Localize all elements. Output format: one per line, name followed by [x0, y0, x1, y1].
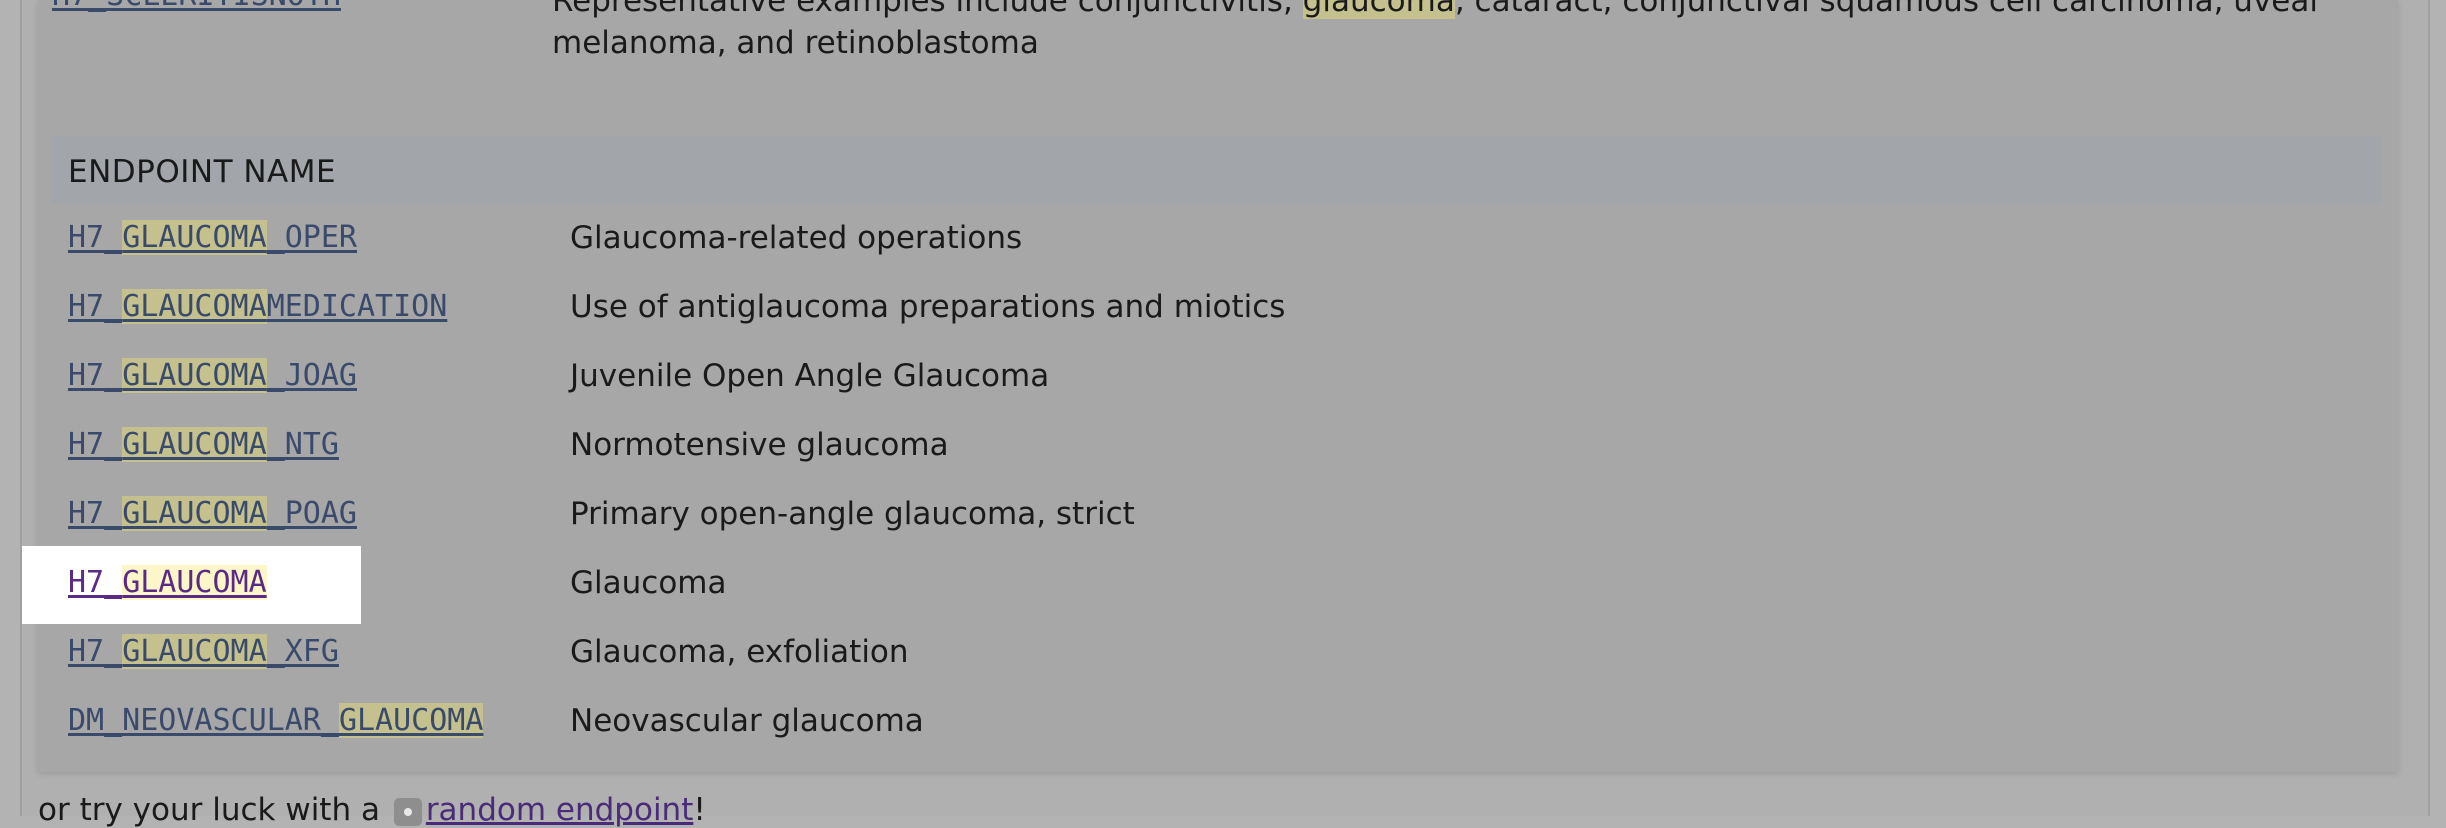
search-highlight: GLAUCOMA	[122, 358, 267, 393]
footer-suffix: !	[693, 792, 706, 828]
dice-icon	[393, 797, 422, 826]
endpoint-description: Primary open-angle glaucoma, strict	[570, 496, 1135, 532]
endpoint-description: Juvenile Open Angle Glaucoma	[570, 358, 1050, 394]
endpoint-description: Neovascular glaucoma	[570, 703, 924, 739]
table-header: ENDPOINT NAME	[52, 136, 2382, 204]
endpoint-description: Glaucoma, exfoliation	[570, 634, 909, 670]
column-header-endpoint-name: ENDPOINT NAME	[68, 154, 337, 190]
results-panel: H7_SCLERITISNOTH Representative examples…	[22, 0, 2398, 772]
results-list: H7_GLAUCOMA_OPER Glaucoma-related operat…	[52, 206, 2382, 758]
endpoint-link[interactable]: H7_GLAUCOMA_POAG	[68, 496, 357, 531]
endpoint-description: Representative examples include conjunct…	[552, 0, 2392, 64]
endpoint-link[interactable]: DM_NEOVASCULAR_GLAUCOMA	[68, 703, 484, 738]
search-highlight: GLAUCOMA	[122, 289, 267, 324]
table-row-focused: H7_GLAUCOMA Glaucoma	[52, 551, 2382, 620]
table-row: H7_SCLERITISNOTH Representative examples…	[52, 0, 2392, 70]
footer-text: or try your luck with a	[38, 792, 390, 828]
table-row: H7_GLAUCOMA_NTG Normotensive glaucoma	[52, 413, 2382, 482]
endpoint-link[interactable]: H7_GLAUCOMA_XFG	[68, 634, 339, 669]
random-endpoint-prompt: or try your luck with a random endpoint!	[38, 792, 706, 828]
search-highlight: GLAUCOMA	[338, 703, 484, 738]
endpoint-link[interactable]: H7_GLAUCOMA_OPER	[68, 220, 357, 255]
table-row: H7_GLAUCOMA_JOAG Juvenile Open Angle Gla…	[52, 344, 2382, 413]
search-highlight: GLAUCOMA	[122, 565, 267, 600]
random-endpoint-link[interactable]: random endpoint	[426, 792, 694, 828]
endpoint-description: Use of antiglaucoma preparations and mio…	[570, 289, 1286, 325]
table-row: DM_NEOVASCULAR_GLAUCOMA Neovascular glau…	[52, 689, 2382, 758]
table-row: H7_GLAUCOMA_POAG Primary open-angle glau…	[52, 482, 2382, 551]
search-highlight: glaucoma	[1302, 0, 1455, 19]
search-highlight: GLAUCOMA	[122, 427, 267, 462]
table-row: H7_GLAUCOMAMEDICATION Use of antiglaucom…	[52, 275, 2382, 344]
endpoint-description: Glaucoma-related operations	[570, 220, 1023, 256]
search-highlight: GLAUCOMA	[122, 634, 267, 669]
search-highlight: GLAUCOMA	[122, 220, 267, 255]
endpoint-link[interactable]: H7_GLAUCOMA_NTG	[68, 427, 339, 462]
endpoint-description: Normotensive glaucoma	[570, 427, 949, 463]
endpoint-link[interactable]: H7_GLAUCOMA	[68, 565, 267, 600]
endpoint-link[interactable]: H7_SCLERITISNOTH	[52, 0, 341, 13]
endpoint-link[interactable]: H7_GLAUCOMAMEDICATION	[68, 289, 447, 324]
endpoint-link[interactable]: H7_GLAUCOMA_JOAG	[68, 358, 357, 393]
table-row: H7_GLAUCOMA_XFG Glaucoma, exfoliation	[52, 620, 2382, 689]
table-row: H7_GLAUCOMA_OPER Glaucoma-related operat…	[52, 206, 2382, 275]
endpoint-description: Glaucoma	[570, 565, 727, 601]
search-highlight: GLAUCOMA	[122, 496, 267, 531]
